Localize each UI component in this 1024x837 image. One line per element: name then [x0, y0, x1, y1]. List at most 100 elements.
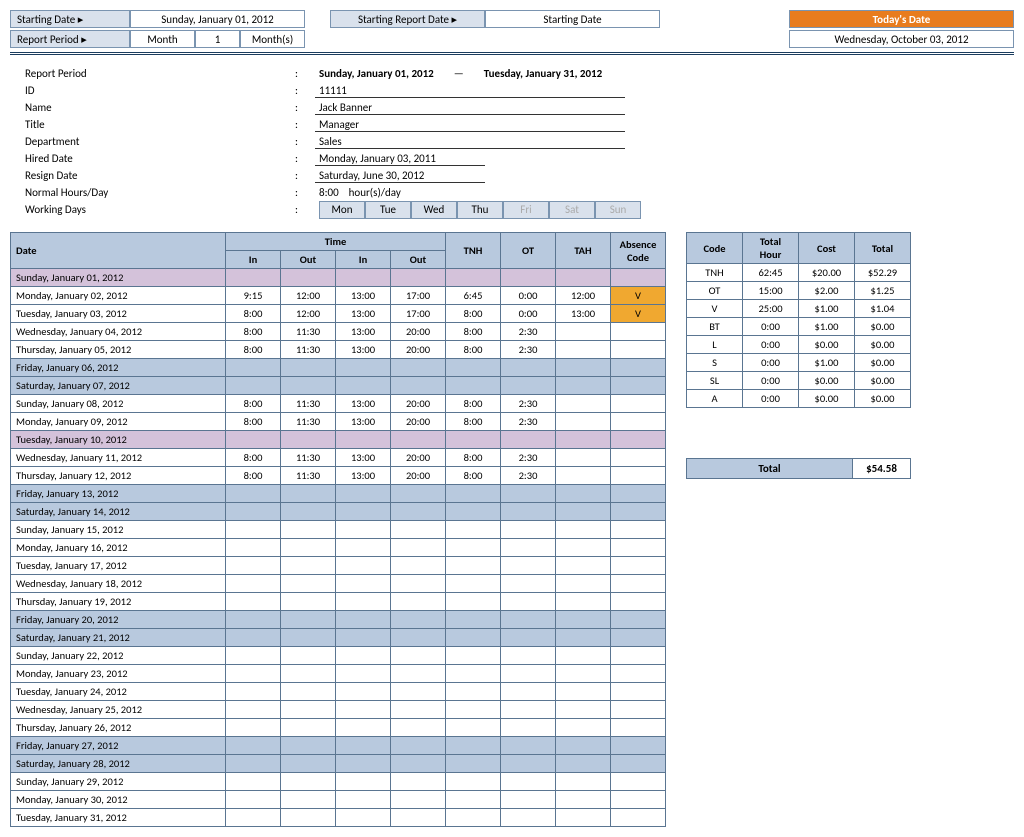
- out1-cell[interactable]: 12:00: [281, 287, 336, 305]
- ot-cell[interactable]: 2:30: [501, 395, 556, 413]
- abs-cell[interactable]: V: [611, 305, 666, 323]
- ot-cell[interactable]: [501, 431, 556, 449]
- tnh-cell[interactable]: [446, 485, 501, 503]
- tah-cell[interactable]: 12:00: [556, 287, 611, 305]
- out2-cell[interactable]: 20:00: [391, 449, 446, 467]
- in2-cell[interactable]: [336, 629, 391, 647]
- ot-cell[interactable]: [501, 269, 556, 287]
- out2-cell[interactable]: 20:00: [391, 413, 446, 431]
- abs-cell[interactable]: [611, 359, 666, 377]
- tah-cell[interactable]: [556, 629, 611, 647]
- tah-cell[interactable]: [556, 521, 611, 539]
- out2-cell[interactable]: 20:00: [391, 395, 446, 413]
- ot-cell[interactable]: [501, 737, 556, 755]
- tnh-cell[interactable]: [446, 593, 501, 611]
- in2-cell[interactable]: 13:00: [336, 449, 391, 467]
- tnh-cell[interactable]: [446, 791, 501, 809]
- out1-cell[interactable]: 11:30: [281, 341, 336, 359]
- in2-cell[interactable]: 13:00: [336, 323, 391, 341]
- out2-cell[interactable]: [391, 719, 446, 737]
- tah-cell[interactable]: [556, 377, 611, 395]
- out1-cell[interactable]: [281, 611, 336, 629]
- date-cell[interactable]: Friday, January 13, 2012: [11, 485, 226, 503]
- tnh-cell[interactable]: 8:00: [446, 305, 501, 323]
- abs-cell[interactable]: [611, 431, 666, 449]
- abs-cell[interactable]: [611, 593, 666, 611]
- in1-cell[interactable]: 9:15: [226, 287, 281, 305]
- tnh-cell[interactable]: [446, 503, 501, 521]
- date-cell[interactable]: Monday, January 23, 2012: [11, 665, 226, 683]
- out2-cell[interactable]: 20:00: [391, 323, 446, 341]
- in1-cell[interactable]: 8:00: [226, 323, 281, 341]
- out2-cell[interactable]: 17:00: [391, 305, 446, 323]
- in2-cell[interactable]: [336, 359, 391, 377]
- tnh-cell[interactable]: [446, 359, 501, 377]
- abs-cell[interactable]: [611, 539, 666, 557]
- tah-cell[interactable]: [556, 395, 611, 413]
- in1-cell[interactable]: [226, 683, 281, 701]
- ot-cell[interactable]: 2:30: [501, 323, 556, 341]
- ot-cell[interactable]: [501, 611, 556, 629]
- abs-cell[interactable]: [611, 773, 666, 791]
- table-row[interactable]: Thursday, January 05, 20128:0011:3013:00…: [11, 341, 666, 359]
- table-row[interactable]: Monday, January 16, 2012: [11, 539, 666, 557]
- ot-cell[interactable]: 2:30: [501, 341, 556, 359]
- table-row[interactable]: Tuesday, January 24, 2012: [11, 683, 666, 701]
- table-row[interactable]: Monday, January 30, 2012: [11, 791, 666, 809]
- date-cell[interactable]: Thursday, January 05, 2012: [11, 341, 226, 359]
- ot-cell[interactable]: [501, 809, 556, 827]
- table-row[interactable]: Sunday, January 22, 2012: [11, 647, 666, 665]
- out1-cell[interactable]: [281, 593, 336, 611]
- ot-cell[interactable]: [501, 557, 556, 575]
- info-title-value[interactable]: Manager: [315, 118, 625, 132]
- out1-cell[interactable]: [281, 665, 336, 683]
- table-row[interactable]: Saturday, January 14, 2012: [11, 503, 666, 521]
- in2-cell[interactable]: 13:00: [336, 287, 391, 305]
- out2-cell[interactable]: [391, 575, 446, 593]
- ot-cell[interactable]: [501, 773, 556, 791]
- tah-cell[interactable]: [556, 611, 611, 629]
- abs-cell[interactable]: [611, 341, 666, 359]
- abs-cell[interactable]: [611, 503, 666, 521]
- tnh-cell[interactable]: 8:00: [446, 413, 501, 431]
- in2-cell[interactable]: 13:00: [336, 305, 391, 323]
- in1-cell[interactable]: [226, 269, 281, 287]
- in2-cell[interactable]: [336, 647, 391, 665]
- out2-cell[interactable]: [391, 359, 446, 377]
- in2-cell[interactable]: [336, 521, 391, 539]
- abs-cell[interactable]: [611, 323, 666, 341]
- in2-cell[interactable]: 13:00: [336, 467, 391, 485]
- tnh-cell[interactable]: [446, 611, 501, 629]
- date-cell[interactable]: Wednesday, January 04, 2012: [11, 323, 226, 341]
- abs-cell[interactable]: [611, 629, 666, 647]
- date-cell[interactable]: Tuesday, January 03, 2012: [11, 305, 226, 323]
- table-row[interactable]: Friday, January 20, 2012: [11, 611, 666, 629]
- out1-cell[interactable]: [281, 557, 336, 575]
- table-row[interactable]: Wednesday, January 25, 2012: [11, 701, 666, 719]
- date-cell[interactable]: Thursday, January 19, 2012: [11, 593, 226, 611]
- ot-cell[interactable]: [501, 647, 556, 665]
- ot-cell[interactable]: 0:00: [501, 305, 556, 323]
- out1-cell[interactable]: [281, 539, 336, 557]
- ot-cell[interactable]: [501, 755, 556, 773]
- tnh-cell[interactable]: 6:45: [446, 287, 501, 305]
- in1-cell[interactable]: [226, 647, 281, 665]
- ot-cell[interactable]: [501, 485, 556, 503]
- out1-cell[interactable]: [281, 701, 336, 719]
- in2-cell[interactable]: [336, 593, 391, 611]
- ot-cell[interactable]: [501, 791, 556, 809]
- abs-cell[interactable]: [611, 611, 666, 629]
- in1-cell[interactable]: [226, 737, 281, 755]
- out2-cell[interactable]: 20:00: [391, 467, 446, 485]
- abs-cell[interactable]: [611, 413, 666, 431]
- tah-cell[interactable]: [556, 431, 611, 449]
- tah-cell[interactable]: [556, 485, 611, 503]
- date-cell[interactable]: Tuesday, January 10, 2012: [11, 431, 226, 449]
- out2-cell[interactable]: [391, 269, 446, 287]
- info-resign-value[interactable]: Saturday, June 30, 2012: [315, 169, 485, 183]
- out2-cell[interactable]: [391, 503, 446, 521]
- out1-cell[interactable]: 12:00: [281, 305, 336, 323]
- starting-date-value[interactable]: Sunday, January 01, 2012: [130, 10, 305, 28]
- tnh-cell[interactable]: [446, 665, 501, 683]
- tah-cell[interactable]: [556, 323, 611, 341]
